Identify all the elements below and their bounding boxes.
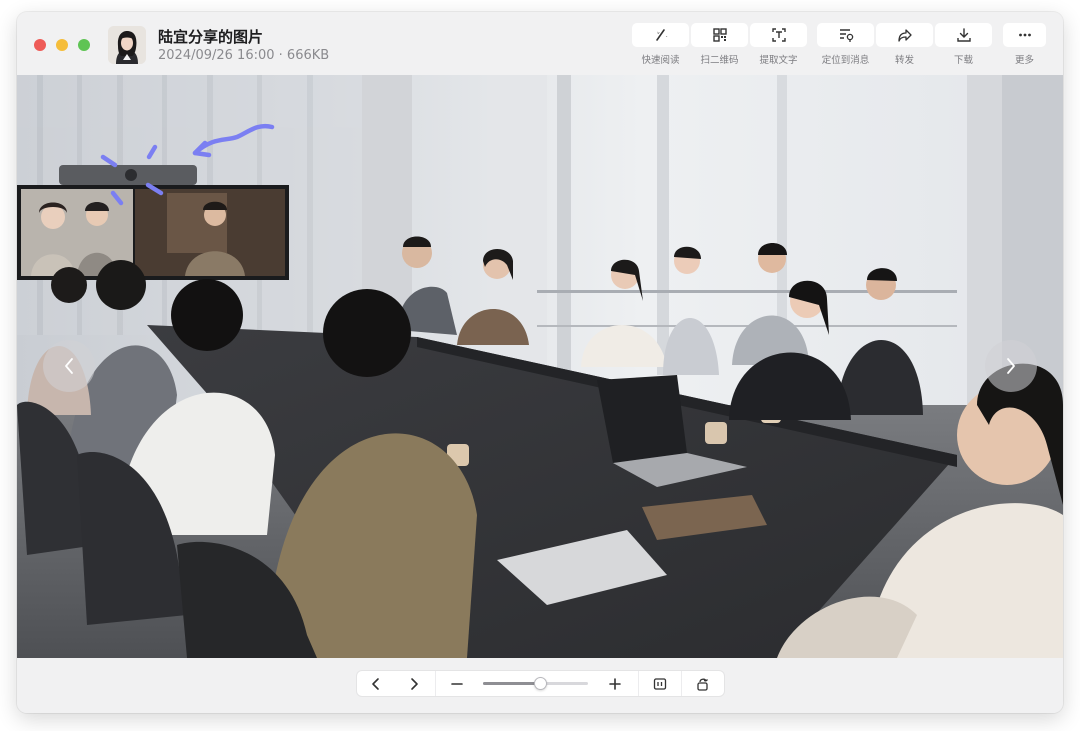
bottom-toolbar	[17, 658, 1063, 713]
extract-text-button[interactable]: 提取文字	[750, 23, 807, 68]
zoom-in-button[interactable]	[595, 671, 635, 696]
quick-read-icon	[655, 29, 667, 41]
plus-icon	[609, 677, 621, 690]
minus-icon	[451, 682, 463, 685]
locate-message-button[interactable]: 定位到消息	[817, 23, 874, 68]
scan-qr-button[interactable]: 扫二维码	[691, 23, 748, 68]
sender-avatar[interactable]	[108, 26, 146, 64]
quick-read-label: 快速阅读	[641, 55, 680, 66]
zoom-slider-fill	[483, 682, 541, 685]
zoom-controls	[357, 671, 724, 696]
image-viewer-window: 陆宜分享的图片 2024/09/26 16:00 · 666KB 快速阅读 扫二…	[17, 12, 1063, 713]
rotate-icon	[697, 678, 708, 691]
previous-image-button[interactable]	[43, 340, 95, 392]
quick-read-button[interactable]: 快速阅读	[632, 23, 689, 68]
zoom-out-button[interactable]	[437, 671, 477, 696]
chevron-right-icon	[411, 677, 418, 690]
minimize-window-button[interactable]	[56, 39, 68, 51]
chevron-right-icon	[1007, 358, 1015, 374]
actual-size-button[interactable]	[639, 671, 681, 696]
maximize-window-button[interactable]	[78, 39, 90, 51]
extract-text-label: 提取文字	[759, 55, 798, 66]
divider	[435, 671, 436, 696]
zoom-slider-thumb[interactable]	[534, 677, 548, 690]
locate-message-label: 定位到消息	[821, 55, 870, 66]
zoom-slider[interactable]	[483, 677, 588, 690]
forward-icon	[897, 29, 912, 42]
chevron-left-icon	[372, 677, 379, 690]
chevron-left-icon	[65, 358, 73, 374]
forward-label: 转发	[894, 55, 914, 66]
download-icon	[956, 28, 971, 42]
previous-button[interactable]	[357, 671, 395, 696]
title-bar: 陆宜分享的图片 2024/09/26 16:00 · 666KB 快速阅读 扫二…	[17, 12, 1063, 75]
qr-code-icon	[712, 28, 727, 42]
download-button[interactable]: 下载	[935, 23, 992, 68]
next-image-button[interactable]	[985, 340, 1037, 392]
download-label: 下载	[953, 55, 973, 66]
forward-button[interactable]: 转发	[876, 23, 933, 68]
more-label: 更多	[1014, 55, 1034, 66]
actual-size-icon	[653, 677, 667, 690]
image-canvas[interactable]	[17, 75, 1063, 658]
locate-message-icon	[839, 29, 853, 42]
scan-qr-label: 扫二维码	[700, 55, 739, 66]
more-icon	[1018, 33, 1031, 37]
more-button[interactable]: 更多	[1003, 23, 1046, 68]
image-title: 陆宜分享的图片	[158, 28, 264, 46]
close-window-button[interactable]	[34, 39, 46, 51]
rotate-button[interactable]	[682, 671, 724, 696]
next-button[interactable]	[395, 671, 433, 696]
meeting-photo	[17, 75, 1063, 658]
image-meta: 2024/09/26 16:00 · 666KB	[158, 48, 330, 63]
extract-text-icon	[771, 28, 786, 42]
